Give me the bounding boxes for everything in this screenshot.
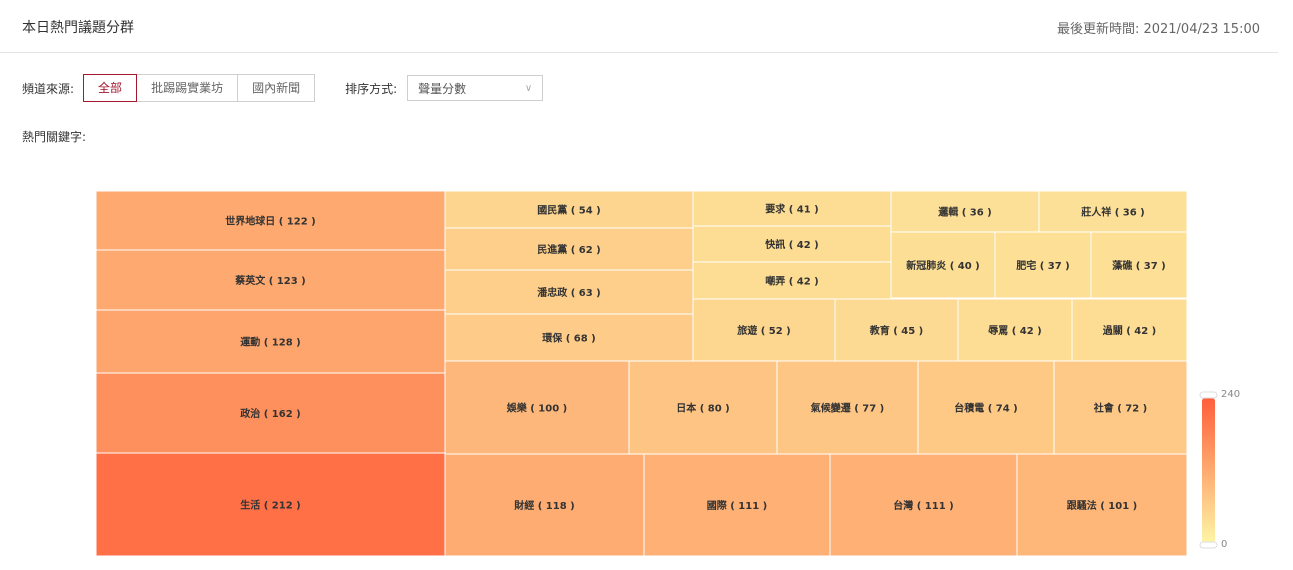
legend-min-label: 0 (1221, 539, 1227, 550)
treemap-cell[interactable]: 肥宅 ( 37 ) (994, 231, 1092, 299)
treemap-cell[interactable]: 要求 ( 41 ) (692, 190, 892, 227)
treemap-cell[interactable]: 跟騷法 ( 101 ) (1016, 453, 1188, 557)
treemap-cell-label: 財經 ( 118 ) (513, 499, 574, 512)
treemap-cell[interactable]: 過關 ( 42 ) (1071, 298, 1188, 362)
treemap-cell-label: 社會 ( 72 ) (1093, 402, 1148, 415)
treemap-cell[interactable]: 莊人祥 ( 36 ) (1038, 190, 1188, 233)
treemap-cell[interactable]: 快訊 ( 42 ) (692, 225, 892, 263)
treemap-cell[interactable]: 台灣 ( 111 ) (829, 453, 1018, 557)
treemap-cell-label: 過關 ( 42 ) (1102, 324, 1157, 337)
treemap-cell[interactable]: 潘忠政 ( 63 ) (444, 269, 694, 315)
treemap-cell-label: 台灣 ( 111 ) (893, 499, 953, 512)
treemap-cell[interactable]: 環保 ( 68 ) (444, 313, 694, 362)
treemap-cell[interactable]: 邏輯 ( 36 ) (890, 190, 1040, 233)
treemap-cell-label: 運動 ( 128 ) (240, 336, 300, 349)
treemap-cell[interactable]: 財經 ( 118 ) (444, 453, 645, 557)
treemap-cell-label: 跟騷法 ( 101 ) (1067, 499, 1137, 512)
treemap-cell[interactable]: 辱罵 ( 42 ) (957, 298, 1073, 362)
treemap-cell-label: 日本 ( 80 ) (676, 402, 730, 415)
treemap-cell[interactable]: 教育 ( 45 ) (834, 298, 959, 362)
color-legend: 240 0 (1199, 389, 1240, 550)
treemap-cell-label: 莊人祥 ( 36 ) (1080, 206, 1145, 219)
treemap-cell[interactable]: 娛樂 ( 100 ) (444, 360, 630, 455)
treemap-cell-label: 旅遊 ( 52 ) (737, 324, 791, 337)
treemap-cell-label: 蔡英文 ( 123 ) (234, 274, 305, 287)
treemap-cell[interactable]: 氣候變遷 ( 77 ) (776, 360, 919, 455)
treemap-cell-label: 快訊 ( 42 ) (764, 238, 819, 251)
treemap-cell-label: 政治 ( 162 ) (240, 407, 300, 420)
legend-gradient-bar (1202, 398, 1215, 544)
treemap-cell-label: 辱罵 ( 42 ) (988, 325, 1042, 337)
treemap-cell-label: 國民黨 ( 54 ) (537, 204, 601, 217)
treemap-cell-label: 民進黨 ( 62 ) (537, 243, 601, 256)
treemap-cell[interactable]: 政治 ( 162 ) (95, 372, 446, 454)
treemap-cell[interactable]: 國民黨 ( 54 ) (444, 190, 694, 229)
treemap-cell[interactable]: 世界地球日 ( 122 ) (95, 190, 446, 251)
treemap-cell-label: 要求 ( 41 ) (765, 203, 819, 216)
treemap-cell-label: 肥宅 ( 37 ) (1016, 259, 1070, 272)
treemap-cell[interactable]: 台積電 ( 74 ) (917, 360, 1055, 455)
treemap-cell[interactable]: 國際 ( 111 ) (643, 453, 831, 557)
treemap-cell[interactable]: 社會 ( 72 ) (1053, 360, 1188, 455)
treemap-cell[interactable]: 生活 ( 212 ) (95, 452, 446, 557)
treemap-cell[interactable]: 民進黨 ( 62 ) (444, 227, 694, 271)
legend-max-label: 240 (1221, 389, 1240, 400)
legend-handle-top[interactable] (1199, 391, 1218, 399)
treemap-cell-label: 世界地球日 ( 122 ) (225, 215, 315, 228)
treemap-cell-label: 邏輯 ( 36 ) (938, 206, 992, 219)
treemap-cell[interactable]: 嘲弄 ( 42 ) (692, 261, 892, 300)
treemap-cell[interactable]: 運動 ( 128 ) (95, 309, 446, 374)
treemap-cell-label: 台積電 ( 74 ) (954, 402, 1018, 415)
treemap-chart: 世界地球日 ( 122 ) 蔡英文 ( 123 ) 運動 ( 128 ) 政治 ( 1… (95, 190, 1240, 557)
source-all-button[interactable]: 全部 (83, 74, 138, 102)
treemap-cell[interactable]: 蔡英文 ( 123 ) (95, 249, 446, 311)
treemap-cell-label: 藻礁 ( 37 ) (1112, 259, 1166, 272)
treemap-cell-label: 娛樂 ( 100 ) (506, 402, 567, 415)
treemap-cell[interactable]: 旅遊 ( 52 ) (692, 298, 836, 362)
treemap-cell-label: 國際 ( 111 ) (707, 499, 767, 512)
treemap-cell-label: 潘忠政 ( 63 ) (537, 286, 601, 299)
treemap-cell-label: 生活 ( 212 ) (240, 499, 300, 512)
treemap-cell[interactable]: 藻礁 ( 37 ) (1090, 231, 1188, 299)
treemap-cell-label: 嘲弄 ( 42 ) (765, 275, 819, 288)
treemap-cell-label: 氣候變遷 ( 77 ) (811, 402, 885, 415)
treemap-cell-label: 新冠肺炎 ( 40 ) (906, 259, 980, 272)
treemap-cell-label: 教育 ( 45 ) (869, 324, 924, 337)
legend-handle-bottom[interactable] (1199, 541, 1218, 549)
treemap-cell[interactable]: 日本 ( 80 ) (628, 360, 778, 455)
treemap-cell-label: 環保 ( 68 ) (542, 332, 596, 345)
treemap-cell[interactable]: 新冠肺炎 ( 40 ) (890, 231, 996, 299)
